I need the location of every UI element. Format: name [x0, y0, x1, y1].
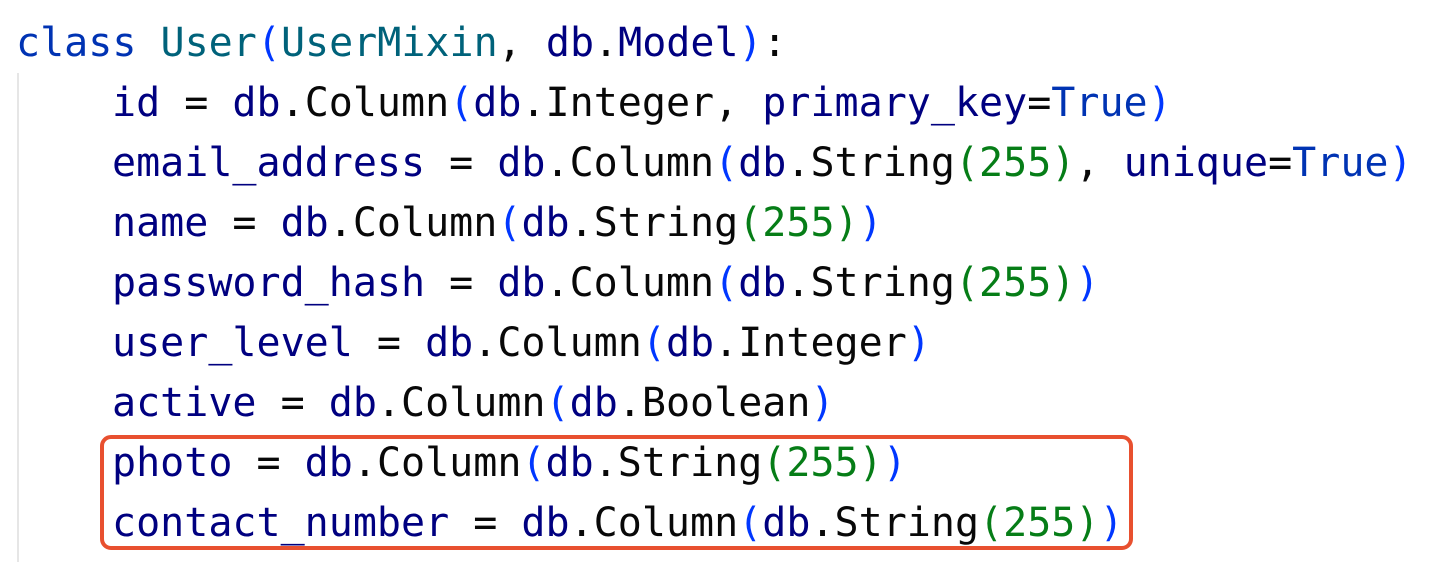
code-token: user_level	[112, 320, 353, 366]
code-token: =	[256, 380, 329, 426]
code-token: db	[425, 320, 474, 366]
code-token: ,	[497, 20, 546, 66]
code-token: .	[786, 260, 811, 306]
code-line-password-hash: password_hash = db.Column(db.String(255)…	[112, 253, 1099, 313]
code-token: Column	[352, 200, 498, 246]
code-token: .	[328, 200, 353, 246]
code-token: .	[280, 80, 305, 126]
code-token: db	[738, 140, 787, 186]
code-token: db	[738, 260, 787, 306]
code-token: =	[425, 140, 498, 186]
code-token: email_address	[112, 140, 426, 186]
code-token: (	[954, 140, 980, 186]
code-token: (	[738, 200, 763, 246]
code-token: active	[112, 380, 257, 426]
code-token: (	[641, 320, 666, 366]
code-token: (	[714, 140, 739, 186]
code-token: Column	[497, 320, 642, 366]
code-token: 255	[979, 140, 1052, 186]
code-token: )	[1388, 140, 1413, 186]
indent-guide	[17, 73, 19, 562]
code-token: )	[906, 320, 931, 366]
code-token: Column	[401, 380, 546, 426]
code-token: .	[714, 320, 739, 366]
code-token: .	[617, 380, 642, 426]
code-token: .	[521, 80, 546, 126]
code-token: )	[834, 200, 859, 246]
code-token: db	[665, 320, 715, 366]
code-token: =	[352, 320, 426, 366]
code-token: db	[328, 380, 377, 426]
code-token: )	[1051, 260, 1076, 306]
code-token: name	[112, 200, 209, 246]
code-token: (	[497, 200, 522, 246]
code-token: .	[473, 320, 498, 366]
code-token: 255	[979, 260, 1052, 306]
code-token: class	[16, 20, 137, 66]
code-token: =	[425, 260, 498, 306]
highlight-box	[100, 435, 1133, 550]
code-token: Integer	[545, 80, 715, 126]
code-token: .	[569, 200, 594, 246]
code-token: =	[1268, 140, 1293, 186]
code-token: =	[1027, 80, 1052, 126]
code-token: db	[497, 260, 546, 306]
code-token: db	[280, 200, 329, 246]
code-token: (	[714, 260, 739, 306]
code-token: .	[376, 380, 402, 426]
code-token: True	[1292, 140, 1389, 186]
code-token: )	[858, 200, 883, 246]
code-token: Integer	[738, 320, 907, 366]
code-token: String	[593, 200, 739, 246]
code-token: Column	[569, 140, 715, 186]
code-line-name: name = db.Column(db.String(255))	[112, 193, 883, 253]
code-token: )	[738, 20, 763, 66]
code-token: :	[762, 20, 787, 66]
code-token: True	[1051, 80, 1148, 126]
code-token: db	[569, 380, 618, 426]
code-token: password_hash	[112, 260, 426, 306]
code-token: unique	[1123, 140, 1269, 186]
code-token: 255	[762, 200, 835, 246]
code-token: User	[160, 20, 257, 66]
code-token: Column	[304, 80, 450, 126]
code-token: db	[232, 80, 281, 126]
code-line-user-level: user_level = db.Column(db.Integer)	[112, 313, 931, 373]
code-line-id: id = db.Column(db.Integer, primary_key=T…	[112, 73, 1172, 133]
code-token: .	[545, 260, 570, 306]
code-token: .	[594, 20, 619, 66]
code-token: )	[1075, 260, 1100, 306]
code-token: =	[160, 80, 233, 126]
code-token: .	[545, 140, 570, 186]
code-token: .	[786, 140, 811, 186]
code-token: db	[521, 200, 570, 246]
code-token: primary_key	[762, 80, 1028, 126]
code-token: UserMixin	[280, 20, 498, 66]
code-token: db	[497, 140, 546, 186]
code-token: (	[545, 380, 570, 426]
code-token: Boolean	[641, 380, 811, 426]
code-token: )	[1147, 80, 1172, 126]
code-token: ,	[714, 80, 763, 126]
code-token: id	[112, 80, 161, 126]
code-token: (	[954, 260, 980, 306]
code-token: (	[449, 80, 474, 126]
code-line-email-address: email_address = db.Column(db.String(255)…	[112, 133, 1413, 193]
code-token: )	[810, 380, 835, 426]
code-token: db	[473, 80, 522, 126]
code-token: (	[256, 20, 281, 66]
code-token: String	[810, 260, 955, 306]
code-token: Column	[569, 260, 715, 306]
code-token: db	[545, 20, 595, 66]
code-token: )	[1051, 140, 1076, 186]
code-line-class-def: class User(UserMixin, db.Model):	[16, 13, 787, 73]
code-token: =	[208, 200, 281, 246]
code-token: String	[810, 140, 955, 186]
code-token: Model	[618, 20, 739, 66]
code-token: ,	[1075, 140, 1124, 186]
code-line-active: active = db.Column(db.Boolean)	[112, 373, 835, 433]
code-editor[interactable]: class User(UserMixin, db.Model): id = db.…	[0, 0, 1442, 562]
